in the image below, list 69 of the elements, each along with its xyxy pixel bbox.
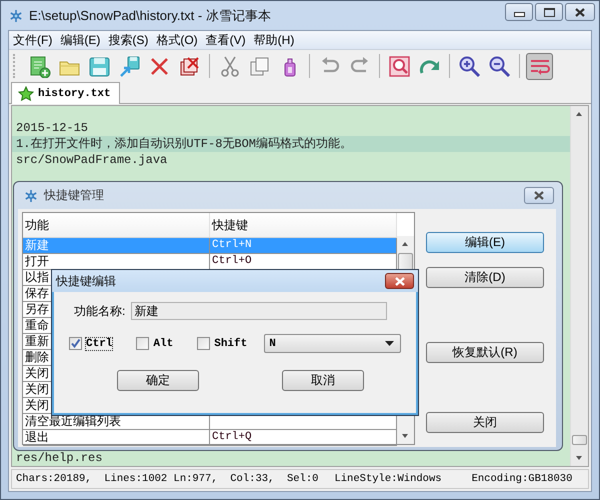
menu-item[interactable]: 格式(O) bbox=[154, 32, 204, 48]
text-line: 2015-12-15 bbox=[15, 120, 90, 136]
table-cell[interactable]: 关闭 bbox=[25, 382, 49, 396]
checkbox-label[interactable]: Alt bbox=[153, 338, 174, 350]
star-icon bbox=[18, 86, 34, 102]
maximize-button[interactable] bbox=[535, 3, 563, 21]
close-all-icon bbox=[178, 54, 201, 78]
dialog-button[interactable]: 编辑(E) bbox=[426, 232, 544, 253]
table-cell: Ctrl+N bbox=[212, 239, 252, 251]
dialog-button[interactable]: 清除(D) bbox=[426, 267, 544, 288]
menu-item[interactable]: 帮助(H) bbox=[252, 32, 300, 48]
close-button[interactable] bbox=[524, 187, 554, 204]
dialog-title: 快捷键编辑 bbox=[56, 272, 116, 290]
dialog-button[interactable]: 恢复默认(R) bbox=[426, 342, 544, 363]
table-cell[interactable]: 删除 bbox=[25, 350, 49, 364]
field-label: 功能名称: bbox=[74, 302, 126, 320]
table-cell[interactable]: 重命 bbox=[25, 318, 49, 332]
dialog-button[interactable]: 确定 bbox=[117, 370, 199, 391]
table-cell[interactable]: 另存 bbox=[25, 302, 49, 316]
checkbox-label[interactable]: Shift bbox=[214, 338, 248, 350]
new-file-icon bbox=[28, 54, 51, 78]
window-title: E:\setup\SnowPad\history.txt - 冰雪记事本 bbox=[29, 6, 271, 24]
find-icon bbox=[388, 54, 411, 78]
zoom-out-icon bbox=[488, 54, 511, 78]
file-tab[interactable]: history.txt bbox=[11, 82, 120, 104]
caret-icon bbox=[385, 341, 394, 346]
key-dropdown[interactable]: N bbox=[264, 334, 402, 353]
table-cell: Ctrl+Q bbox=[212, 431, 252, 443]
save-icon bbox=[88, 54, 111, 78]
name-field[interactable]: 新建 bbox=[131, 302, 388, 320]
table-cell[interactable]: 关闭 bbox=[25, 398, 49, 412]
text-line: res/help.res bbox=[15, 450, 104, 466]
checkbox[interactable] bbox=[197, 337, 210, 350]
scissors-icon bbox=[218, 54, 241, 78]
status-text: Encoding:GB18030 bbox=[472, 473, 572, 485]
checkbox[interactable] bbox=[136, 337, 150, 350]
menu-item[interactable]: 编辑(E) bbox=[58, 32, 106, 48]
menu-item[interactable]: 搜索(S) bbox=[106, 32, 154, 48]
minimize-button[interactable] bbox=[505, 3, 533, 21]
column-header[interactable]: 功能 bbox=[23, 213, 210, 237]
save-arrow-icon bbox=[118, 54, 141, 78]
word-wrap-button[interactable] bbox=[526, 52, 553, 80]
status-text: Chars:20189, Lines:1002 Ln:977, Col:33, Sel:0 bbox=[16, 473, 318, 485]
menu-item[interactable]: 查看(V) bbox=[204, 32, 252, 48]
copy-icon bbox=[248, 54, 271, 78]
table-cell[interactable]: 重新 bbox=[25, 334, 49, 348]
table-cell[interactable]: 打开 bbox=[25, 254, 49, 268]
checkbox[interactable] bbox=[69, 337, 82, 350]
text-line: src/SnowPadFrame.java bbox=[15, 152, 168, 168]
close-button[interactable] bbox=[385, 273, 414, 289]
close-icon bbox=[575, 8, 585, 16]
close-icon bbox=[534, 191, 544, 200]
table-cell: Ctrl+O bbox=[212, 255, 252, 267]
dialog-title: 快捷键管理 bbox=[44, 187, 104, 204]
close-icon bbox=[394, 276, 404, 286]
zoom-in-icon bbox=[458, 54, 481, 78]
snowflake-icon bbox=[9, 8, 23, 22]
status-text: LineStyle:Windows bbox=[334, 473, 442, 485]
close-button[interactable] bbox=[565, 3, 595, 21]
scrollbar[interactable] bbox=[570, 106, 588, 466]
checkbox-label[interactable]: Ctrl bbox=[86, 338, 112, 350]
table-cell[interactable]: 关闭 bbox=[25, 366, 49, 380]
dialog-button[interactable]: 取消 bbox=[282, 370, 364, 391]
table-cell[interactable]: 保存 bbox=[25, 286, 49, 300]
menu-item[interactable]: 文件(F) bbox=[11, 32, 58, 48]
table-cell[interactable]: 以指 bbox=[25, 270, 49, 284]
dialog-button[interactable]: 关闭 bbox=[426, 412, 544, 433]
snowflake-icon bbox=[24, 188, 38, 202]
table-cell[interactable]: 退出 bbox=[25, 430, 49, 444]
